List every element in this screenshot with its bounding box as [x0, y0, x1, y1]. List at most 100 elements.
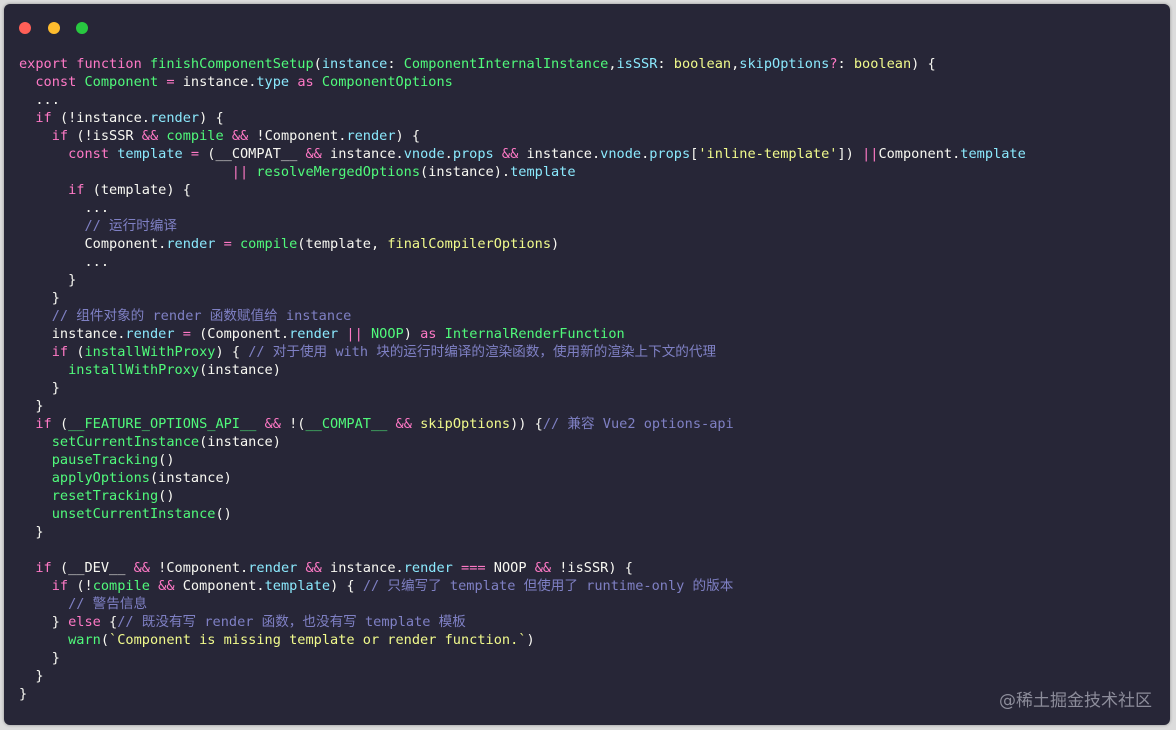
code-token: if	[35, 416, 60, 432]
code-token: compile	[240, 236, 298, 252]
code-token: template	[960, 146, 1026, 162]
code-token: ===	[461, 560, 486, 576]
code-line: }	[19, 523, 1160, 541]
code-token: render	[149, 110, 200, 126]
code-token: if	[68, 182, 93, 198]
code-token: // 组件对象的 render 函数赋值给 instance	[51, 308, 352, 324]
code-token: (__COMPAT__	[199, 146, 306, 162]
code-token: type	[256, 74, 290, 90]
code-token: compile	[92, 578, 150, 594]
code-token: vnode	[600, 146, 642, 162]
code-token: Component.	[878, 146, 961, 162]
code-token: ) {	[395, 128, 421, 144]
code-token: finishComponentSetup	[149, 56, 314, 72]
code-token: export	[19, 56, 77, 72]
code-token: =	[182, 326, 191, 342]
code-token: =	[190, 146, 200, 162]
code-token: ,	[608, 56, 617, 72]
code-line: applyOptions(instance)	[19, 469, 1160, 487]
code-token: (!isSSR	[76, 128, 142, 144]
code-token: !Component.	[149, 560, 249, 576]
code-token: __COMPAT__	[305, 416, 388, 432]
code-token: }	[19, 614, 69, 630]
code-line: if (!isSSR && compile && !Component.rend…	[19, 127, 1160, 145]
code-token: )	[403, 326, 421, 342]
close-button[interactable]	[19, 22, 31, 34]
code-line: }	[19, 667, 1160, 685]
code-token: (template) {	[92, 182, 191, 198]
code-token: setCurrentInstance	[51, 434, 200, 450]
code-token: ||	[862, 146, 879, 162]
code-token: (instance)	[149, 470, 232, 486]
code-line: instance.render = (Component.render || N…	[19, 325, 1160, 343]
code-token: (instance)	[199, 434, 281, 450]
maximize-button[interactable]	[76, 22, 89, 34]
code-line: }	[19, 649, 1160, 667]
code-token: !Component.	[248, 128, 347, 144]
code-token: template	[510, 164, 576, 180]
code-line: const template = (__COMPAT__ && instance…	[19, 145, 1160, 163]
code-token: `Component is missing template or render…	[109, 632, 527, 648]
code-token: if	[35, 560, 60, 576]
code-token: Component.	[174, 578, 265, 594]
code-token: }	[19, 272, 77, 288]
code-token: skipOptions	[420, 416, 511, 432]
code-token: Component	[84, 74, 159, 90]
code-token: ) {	[199, 110, 224, 126]
code-token: (	[59, 416, 69, 432]
code-line: setCurrentInstance(instance)	[19, 433, 1160, 451]
code-token: }	[19, 650, 60, 666]
code-token: &&	[534, 560, 552, 576]
code-token: {	[109, 614, 118, 630]
code-token: }	[19, 686, 28, 702]
code-line: warn(`Component is missing template or r…	[19, 631, 1160, 649]
code-token: ...	[19, 92, 60, 108]
code-token: instance.	[518, 146, 601, 162]
code-line: pauseTracking()	[19, 451, 1160, 469]
code-line: Component.render = compile(template, fin…	[19, 235, 1160, 253]
code-token: ComponentOptions	[321, 74, 453, 90]
code-token: ) {	[330, 578, 363, 594]
code-token: }	[19, 398, 44, 414]
code-token: }	[19, 668, 44, 684]
code-token: render	[289, 326, 339, 342]
code-token: =	[166, 74, 175, 90]
code-token: function	[76, 56, 150, 72]
code-token: const	[68, 146, 118, 162]
code-line: // 组件对象的 render 函数赋值给 instance	[19, 307, 1160, 325]
code-token: render	[248, 560, 298, 576]
code-token: template	[264, 578, 331, 594]
code-line: // 运行时编译	[19, 217, 1160, 235]
code-token: !(	[280, 416, 306, 432]
code-token: render	[403, 560, 453, 576]
code-token: resetTracking	[51, 488, 159, 504]
code-token: pauseTracking	[51, 452, 159, 468]
code-token: &&	[133, 560, 150, 576]
code-token: (Component.	[190, 326, 290, 342]
code-token: // 既没有写 render 函数，也没有写 template 模板	[117, 614, 466, 630]
code-token: else	[68, 614, 110, 630]
code-token: // 警告信息	[68, 596, 148, 612]
minimize-button[interactable]	[47, 22, 60, 34]
code-line: resetTracking()	[19, 487, 1160, 505]
code-token: &&	[305, 146, 322, 162]
